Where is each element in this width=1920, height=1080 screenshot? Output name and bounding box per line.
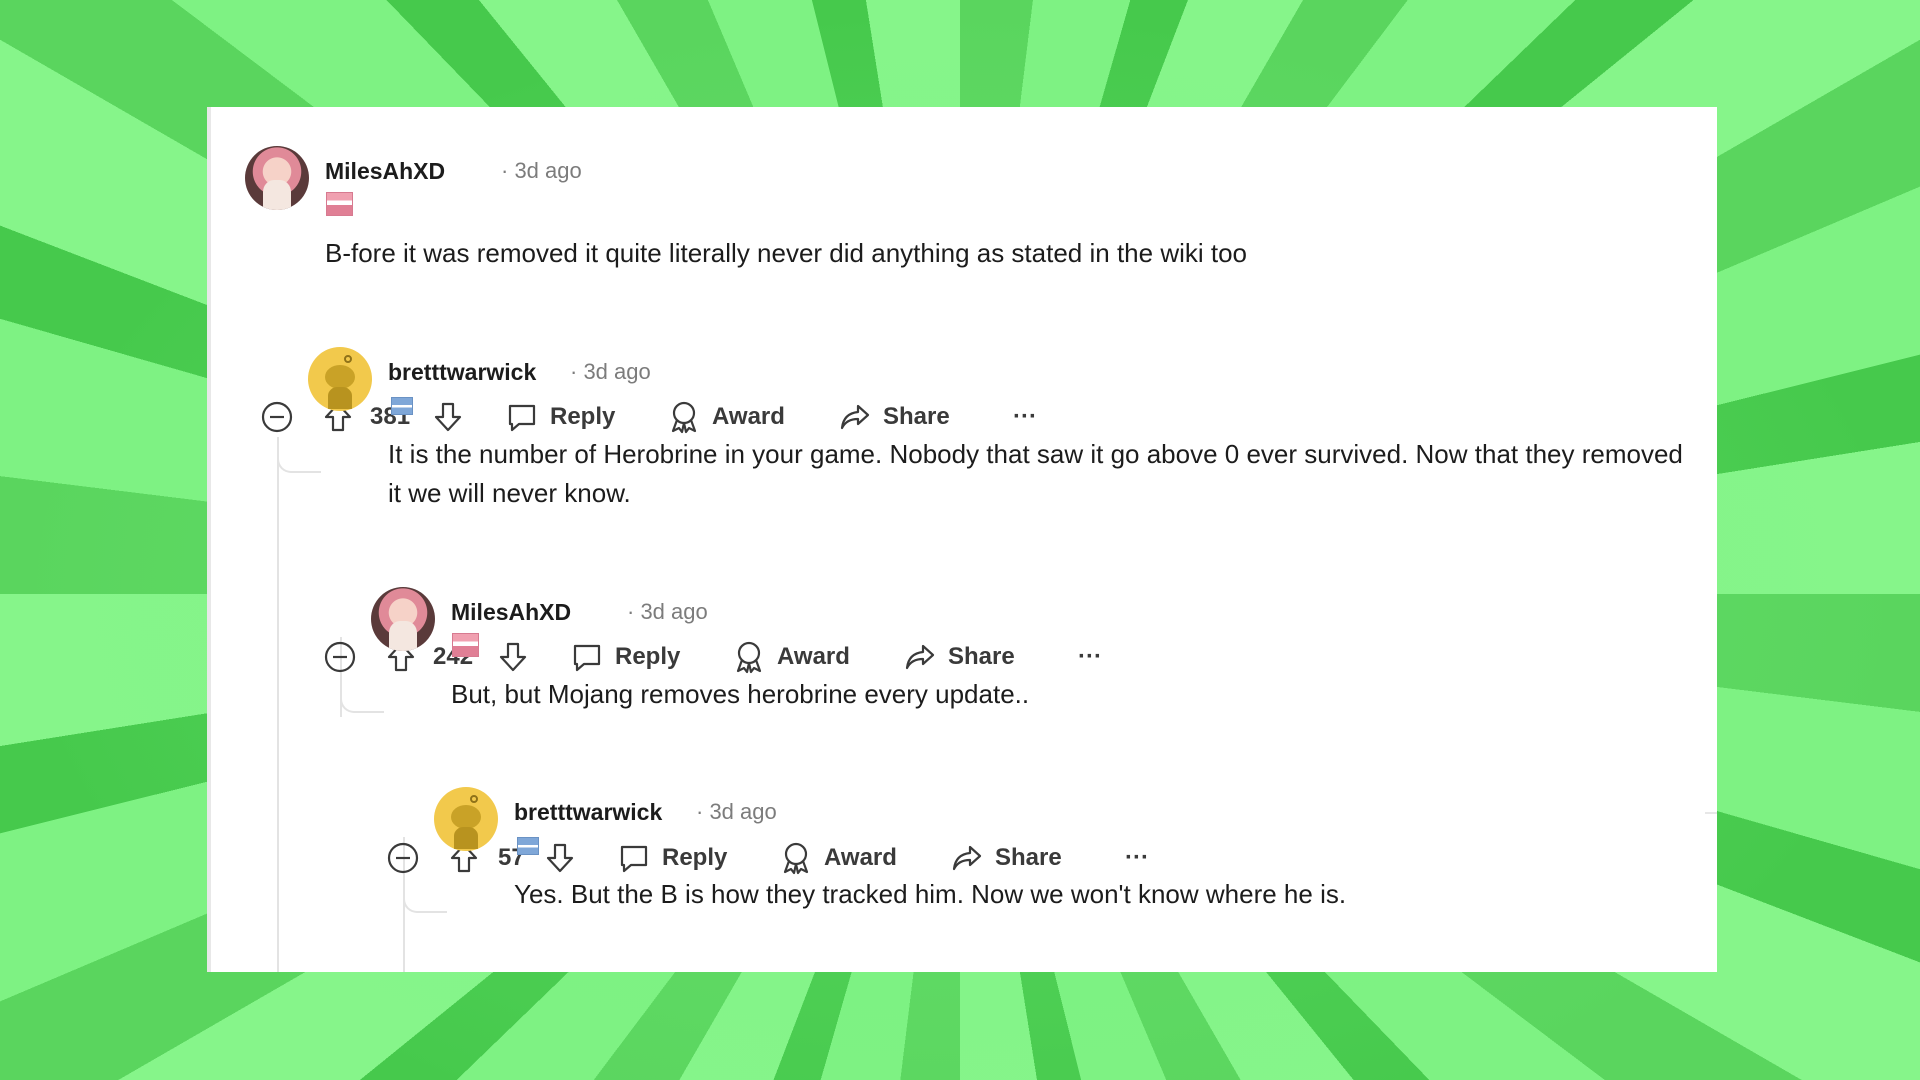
divider	[1705, 812, 1717, 814]
collapse-button[interactable]	[261, 397, 293, 437]
share-button[interactable]: Share	[904, 637, 1015, 677]
comment-body: B-fore it was removed it quite literally…	[325, 238, 1248, 268]
comment-actions: 381 Reply Award Share ···	[261, 397, 1061, 437]
avatar[interactable]	[371, 587, 435, 651]
username[interactable]: MilesAhXD	[325, 158, 445, 185]
more-icon: ···	[1125, 844, 1149, 871]
collapse-icon	[324, 641, 356, 673]
timestamp[interactable]: · 3d ago	[627, 599, 708, 625]
collapse-button[interactable]	[324, 637, 356, 677]
award-label: Award	[777, 643, 850, 670]
comment-thread-card: MilesAhXD · 3d ago B-fore it was removed…	[207, 107, 1717, 972]
share-icon	[905, 644, 935, 670]
username[interactable]: bretttwarwick	[388, 359, 536, 386]
downvote-icon	[434, 402, 462, 432]
user-flair-icon	[326, 192, 353, 216]
award-button[interactable]: Award	[733, 637, 850, 677]
username[interactable]: MilesAhXD	[451, 599, 571, 626]
thread-elbow	[403, 877, 447, 913]
downvote-icon	[499, 642, 527, 672]
share-button[interactable]: Share	[839, 397, 950, 437]
thread-elbow	[277, 437, 321, 473]
downvote-button[interactable]	[498, 637, 528, 677]
collapse-icon	[261, 401, 293, 433]
reply-label: Reply	[615, 643, 681, 670]
award-button[interactable]: Award	[668, 397, 785, 437]
collapse-icon	[387, 842, 419, 874]
downvote-button[interactable]	[433, 397, 463, 437]
award-label: Award	[712, 403, 785, 430]
username[interactable]: bretttwarwick	[514, 799, 662, 826]
share-label: Share	[883, 403, 950, 430]
more-icon: ···	[1013, 403, 1037, 430]
avatar[interactable]	[434, 787, 498, 851]
more-options-button[interactable]: ···	[1078, 637, 1102, 677]
reply-icon	[620, 845, 648, 873]
reply-label: Reply	[550, 403, 616, 430]
reply-icon	[508, 404, 536, 432]
reply-icon	[573, 644, 601, 672]
comment-actions: 57 Reply Award Share ···	[387, 838, 1187, 878]
reply-button[interactable]: Reply	[618, 838, 727, 878]
award-label: Award	[824, 844, 897, 871]
award-icon	[736, 641, 762, 674]
user-flair-icon	[517, 837, 539, 855]
share-button[interactable]: Share	[951, 838, 1062, 878]
comment-body: It is the number of Herobrine in your ga…	[388, 439, 1683, 508]
user-flair-icon	[452, 633, 479, 657]
share-label: Share	[948, 643, 1015, 670]
more-icon: ···	[1078, 643, 1102, 670]
reply-label: Reply	[662, 844, 728, 871]
thread-elbow	[340, 677, 384, 713]
thread-line	[277, 437, 279, 972]
award-icon	[671, 401, 697, 434]
share-icon	[952, 845, 982, 871]
reply-button[interactable]: Reply	[506, 397, 615, 437]
comment-actions: 242 Reply Award Share ···	[324, 637, 1124, 677]
timestamp[interactable]: · 3d ago	[501, 158, 582, 184]
share-label: Share	[995, 844, 1062, 871]
timestamp[interactable]: · 3d ago	[696, 799, 777, 825]
avatar[interactable]	[245, 146, 309, 210]
timestamp[interactable]: · 3d ago	[570, 359, 651, 385]
award-button[interactable]: Award	[780, 838, 897, 878]
comment-body: But, but Mojang removes herobrine every …	[451, 679, 1030, 709]
award-icon	[783, 842, 809, 875]
reply-button[interactable]: Reply	[571, 637, 680, 677]
share-icon	[840, 404, 870, 430]
avatar[interactable]	[308, 347, 372, 411]
user-flair-icon	[391, 397, 413, 415]
more-options-button[interactable]: ···	[1013, 397, 1037, 437]
downvote-button[interactable]	[545, 838, 575, 878]
more-options-button[interactable]: ···	[1125, 838, 1149, 878]
collapse-button[interactable]	[387, 838, 419, 878]
comment-body: Yes. But the B is how they tracked him. …	[514, 879, 1347, 909]
downvote-icon	[546, 843, 574, 873]
